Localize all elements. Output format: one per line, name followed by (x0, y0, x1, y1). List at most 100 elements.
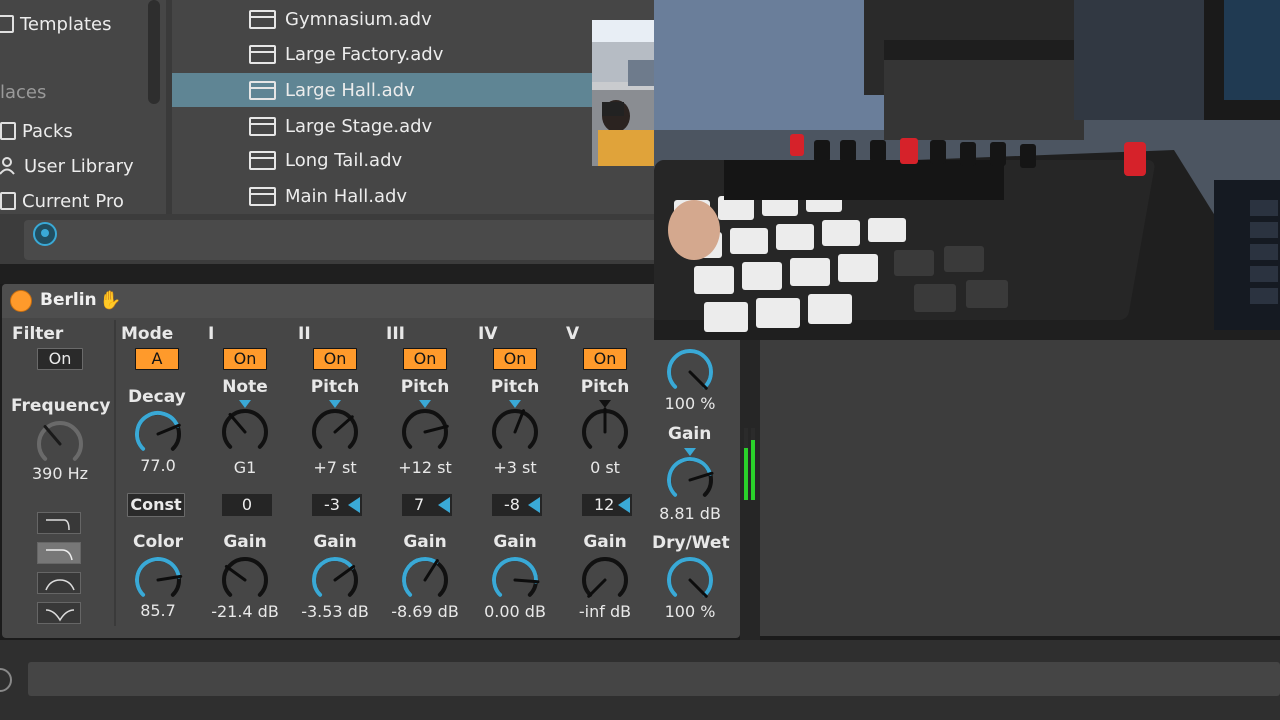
info-bar (28, 662, 1280, 696)
voice-4-on-toggle[interactable]: On (493, 348, 537, 370)
voice-3-offset-box[interactable]: 7 (402, 494, 452, 516)
filter-shape-notch[interactable] (37, 602, 81, 624)
voice-2-pitch-knob[interactable] (307, 400, 363, 458)
knob-graphic (135, 411, 181, 451)
file-label: Large Hall.adv (285, 79, 415, 101)
output-gain-label: Gain (668, 424, 712, 444)
file-label: Long Tail.adv (285, 149, 403, 171)
voice-1-on-toggle[interactable]: On (223, 348, 267, 370)
user-library-icon (0, 157, 18, 175)
voice-2-offset-box[interactable]: -3 (312, 494, 362, 516)
color-knob[interactable] (130, 550, 186, 606)
places-scrollbar[interactable] (148, 0, 160, 104)
file-item[interactable]: Gymnasium.adv (172, 2, 660, 36)
voice-3-gain-knob[interactable] (397, 550, 453, 606)
place-user-library[interactable]: User Library (0, 152, 134, 180)
voice-3-param-value: +12 st (398, 458, 452, 477)
voice-1-gain-label: Gain (223, 532, 267, 552)
knob-graphic (492, 400, 538, 449)
decay-knob[interactable] (130, 404, 186, 460)
controller-camera-image (654, 0, 1280, 340)
browser-preview-area (0, 214, 660, 264)
hardware-camera-overlay (654, 0, 1280, 340)
places-sidebar: Templates laces Packs User Library Curre… (0, 0, 164, 214)
voice-4-offset-box[interactable]: -8 (492, 494, 542, 516)
file-item[interactable]: Long Tail.adv (172, 143, 660, 177)
voice-2-label: II (298, 324, 311, 344)
voice-1-label: I (208, 324, 215, 344)
berlin-device: Berlin ✋ Filter On Frequency 390 Hz Mode… (2, 284, 740, 638)
output-gain-knob[interactable] (662, 448, 718, 506)
device-title-bar[interactable]: Berlin ✋ (2, 284, 740, 318)
file-item[interactable]: Large Factory.adv (172, 37, 660, 71)
knob-graphic (667, 557, 713, 598)
voice-4-label: IV (478, 324, 498, 344)
voice-3-on-toggle[interactable]: On (403, 348, 447, 370)
device-power-button[interactable] (10, 290, 32, 312)
packs-icon (0, 122, 16, 140)
voice-4-gain-value: 0.00 dB (484, 602, 546, 621)
file-item[interactable]: Main Hall.adv (172, 179, 660, 213)
voice-5-on-toggle[interactable]: On (583, 348, 627, 370)
voice-2-param-label: Pitch (310, 377, 360, 397)
voice-5-gain-value: -inf dB (578, 602, 632, 621)
place-label: User Library (24, 155, 134, 177)
filter-shape-lowpass[interactable] (37, 512, 81, 534)
voice-4-pitch-knob[interactable] (487, 400, 543, 458)
voice-2-gain-label: Gain (313, 532, 357, 552)
mode-label: Mode (121, 324, 174, 344)
voice-3-gain-label: Gain (403, 532, 447, 552)
preview-bar[interactable] (24, 220, 660, 260)
filter-on-toggle[interactable]: On (37, 348, 83, 370)
voice-3-label: III (386, 324, 405, 344)
voice-4-gain-knob[interactable] (487, 550, 543, 606)
knob-graphic (492, 557, 540, 597)
const-toggle[interactable]: Const (127, 493, 185, 517)
file-label: Large Factory.adv (285, 43, 444, 65)
output-top-value: 100 % (664, 394, 716, 413)
voice-2-gain-knob[interactable] (307, 550, 363, 606)
output-top-knob[interactable] (662, 342, 718, 398)
knob-graphic (402, 557, 448, 597)
knob-graphic (312, 400, 358, 449)
notch-shape-icon (45, 609, 75, 622)
offset-arrow-icon (348, 497, 360, 513)
place-packs[interactable]: Packs (0, 117, 73, 145)
drywet-knob[interactable] (662, 550, 718, 606)
voice-5-gain-knob[interactable] (577, 550, 633, 606)
mode-button[interactable]: A (135, 348, 179, 370)
place-label: Packs (22, 120, 73, 142)
voice-3-pitch-knob[interactable] (397, 400, 453, 458)
voice-5-param-label: Pitch (580, 377, 630, 397)
preset-file-icon (249, 116, 276, 136)
place-current-project[interactable]: Current Pro (0, 187, 124, 215)
knob-graphic (222, 400, 268, 449)
frequency-label: Frequency (11, 396, 111, 416)
voice-4-param-label: Pitch (490, 377, 540, 397)
voice-1-pitch-knob[interactable] (217, 400, 273, 458)
voice-2-on-toggle[interactable]: On (313, 348, 357, 370)
knob-graphic (312, 557, 358, 597)
voice-2-param-value: +7 st (313, 458, 357, 477)
hotswap-icon[interactable] (33, 222, 57, 246)
voice-5-pitch-knob[interactable] (577, 400, 633, 458)
browser-panel: Templates laces Packs User Library Curre… (0, 0, 660, 214)
places-header: laces (0, 82, 47, 103)
voice-5-param-value: 0 st (590, 458, 620, 477)
frequency-knob[interactable] (32, 414, 88, 470)
place-templates[interactable]: Templates (0, 10, 112, 38)
filter-shape-lowpass-soft[interactable] (37, 542, 81, 564)
voice-5-offset-box[interactable]: 12 (582, 494, 632, 516)
voice-3-param-label: Pitch (400, 377, 450, 397)
voice-1-offset-box[interactable]: 0 (222, 494, 272, 516)
voice-1-gain-knob[interactable] (217, 550, 273, 606)
filter-shape-bandpass[interactable] (37, 572, 81, 594)
voice-5-label: V (566, 324, 580, 344)
voice-5-gain-label: Gain (583, 532, 627, 552)
voice-4-gain-label: Gain (493, 532, 537, 552)
file-label: Large Stage.adv (285, 115, 433, 137)
file-item[interactable]: Large Stage.adv (172, 109, 660, 143)
file-item-selected[interactable]: Large Hall.adv (172, 73, 660, 107)
current-project-icon (0, 192, 16, 210)
device-title: Berlin (40, 290, 97, 310)
